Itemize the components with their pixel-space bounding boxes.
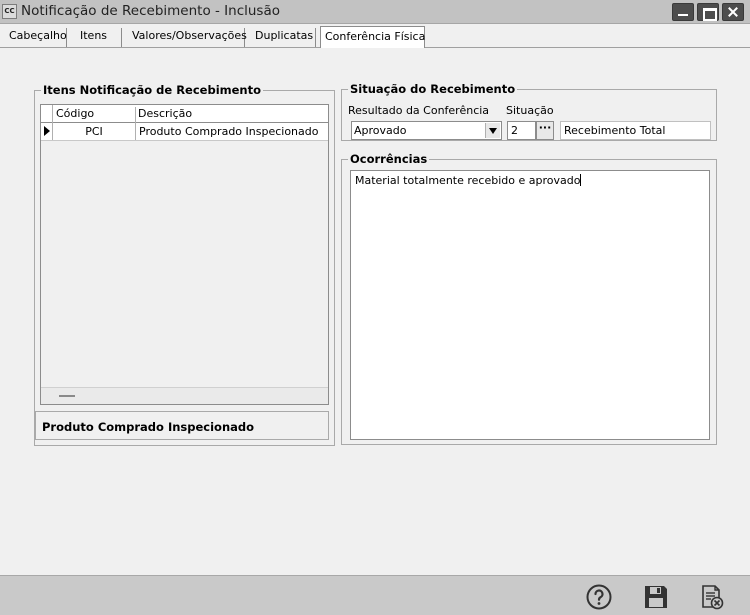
situacao-group-title: Situação do Recebimento [348,82,518,96]
resultado-label: Resultado da Conferência [348,104,490,117]
itens-grid[interactable]: Código Descrição PCI Produto Comprado In… [40,104,329,405]
tab-duplicatas[interactable]: Duplicatas [253,28,316,47]
ocorrencias-group: Ocorrências Material totalmente recebido… [341,152,717,445]
situacao-lookup-button[interactable]: ··· [536,121,554,140]
situacao-group: Situação do Recebimento Resultado da Con… [341,82,717,141]
save-icon [645,586,667,608]
column-header-descricao[interactable]: Descrição [135,107,328,123]
window-title: Notificação de Recebimento - Inclusão [21,3,280,19]
situacao-label: Situação [506,104,554,117]
text-caret [580,174,582,186]
table-row[interactable]: PCI Produto Comprado Inspecionado [41,123,328,141]
grid-scrollbar[interactable] [41,387,328,404]
selected-item-description-text: Produto Comprado Inspecionado [42,420,255,434]
situacao-description-field: Recebimento Total [560,121,711,140]
tab-valores-observacoes[interactable]: Valores/Observações [130,28,247,47]
cancel-button[interactable] [698,583,726,611]
maximize-button[interactable] [697,3,719,21]
column-header-codigo[interactable]: Código [54,107,134,123]
selected-item-description: Produto Comprado Inspecionado [35,411,329,440]
scrollbar-thumb[interactable] [59,395,75,397]
app-icon: CC [2,4,17,19]
grid-header-indicator [41,105,53,123]
help-icon [586,584,612,610]
resultado-select-value: Aprovado [354,124,407,137]
ocorrencias-group-title: Ocorrências [348,152,430,166]
help-button[interactable] [585,583,613,611]
ocorrencias-textarea[interactable]: Material totalmente recebido e aprovado [350,170,710,440]
tab-cabecalho[interactable]: Cabeçalho [7,28,67,47]
ocorrencias-text: Material totalmente recebido e aprovado [355,174,581,187]
resultado-select[interactable]: Aprovado [351,121,502,140]
cancel-icon [702,585,724,610]
cell-descricao[interactable]: Produto Comprado Inspecionado [135,123,328,140]
save-button[interactable] [642,583,670,611]
client-area: Itens Notificação de Recebimento Código … [0,48,750,575]
grid-header: Código Descrição [41,105,328,123]
itens-group: Itens Notificação de Recebimento Código … [34,83,335,446]
bottom-toolbar [0,575,750,615]
tab-itens[interactable]: Itens [78,28,122,47]
cell-codigo[interactable]: PCI [54,125,134,138]
itens-group-title: Itens Notificação de Recebimento [41,83,264,97]
chevron-down-icon[interactable] [485,123,500,138]
situacao-code-input[interactable]: 2 [507,121,536,140]
row-indicator-icon [41,123,53,140]
minimize-button[interactable] [672,3,694,21]
title-bar: CC Notificação de Recebimento - Inclusão [0,0,750,24]
close-button[interactable] [722,3,744,21]
tab-conferencia-fisica[interactable]: Conferência Física [320,26,425,49]
tab-bar: Cabeçalho Itens Valores/Observações Dupl… [0,24,750,49]
